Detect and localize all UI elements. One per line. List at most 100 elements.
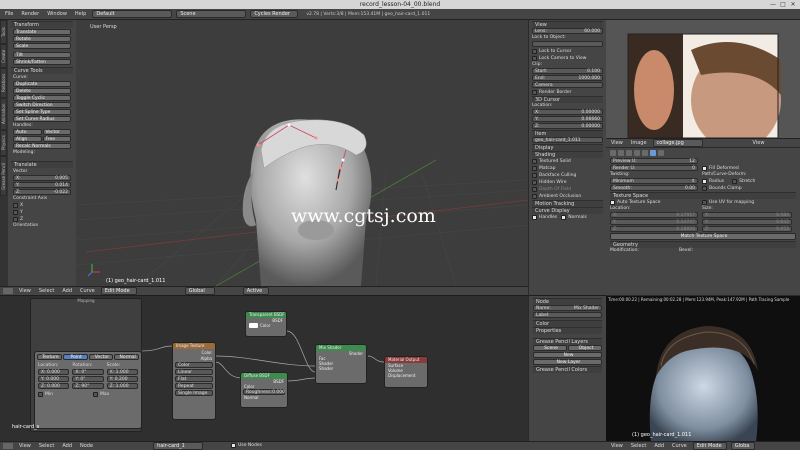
diffuse-bsdf-node[interactable]: Diffuse BSDF BSDF Color Roughness: 0.000 … xyxy=(240,372,288,408)
tab-grease-pencil[interactable]: Grease Pencil xyxy=(0,156,7,196)
menu-window[interactable]: Window xyxy=(45,11,69,17)
hidden-wire-checkbox[interactable]: Hidden Wire xyxy=(532,179,603,185)
mode-selector[interactable]: Edit Mode xyxy=(100,287,137,295)
vector-z-field[interactable]: Z: -0.022 xyxy=(13,189,71,195)
handle-vector-button[interactable]: Vector xyxy=(42,129,71,135)
item-header[interactable]: Item xyxy=(532,130,603,137)
modifier-tab-icon[interactable] xyxy=(642,150,648,156)
rotate-button[interactable]: Rotate xyxy=(13,36,71,42)
view-header[interactable]: View xyxy=(532,21,603,28)
mapping-rot-z[interactable]: Z: 90° xyxy=(72,383,104,389)
image-editor[interactable] xyxy=(606,20,800,138)
close-icon[interactable]: ✕ xyxy=(788,1,798,8)
set-spline-type-button[interactable]: Set Spline Type xyxy=(13,109,71,115)
radius-checkbox[interactable]: Radius xyxy=(702,178,724,184)
stretch-checkbox[interactable]: Stretch xyxy=(732,178,755,184)
bounds-clamp-checkbox[interactable]: Bounds Clamp xyxy=(702,185,792,191)
render-menu-add[interactable]: Add xyxy=(652,443,666,449)
auto-texture-space-checkbox[interactable]: Auto Texture Space xyxy=(610,199,698,205)
gp-new-layer-button[interactable]: New Layer xyxy=(533,359,602,365)
render-menu-curve[interactable]: Curve xyxy=(670,443,689,449)
gp-new-button[interactable]: New xyxy=(533,352,602,358)
geometry-header[interactable]: Geometry xyxy=(610,241,796,248)
scale-button[interactable]: Scale xyxy=(13,43,71,49)
3d-cursor-header[interactable]: 3D Cursor xyxy=(532,96,603,103)
constraint-z-checkbox[interactable]: Z xyxy=(13,216,71,222)
render-viewport[interactable]: Time:00:00.22 | Remaining:00:02.28 | Mem… xyxy=(606,295,800,441)
twisting-dropdown[interactable]: Minimum ⇕ xyxy=(610,178,698,184)
set-curve-radius-button[interactable]: Set Curve Radius xyxy=(13,116,71,122)
grease-pencil-layers-header[interactable]: Grease Pencil Layers xyxy=(533,338,602,345)
lock-camera-checkbox[interactable]: Lock Camera to View xyxy=(532,55,603,61)
render-border-checkbox[interactable]: Render Border xyxy=(532,89,603,95)
node-name-field[interactable]: Name: Mix Shader xyxy=(533,305,602,311)
texture-space-header[interactable]: Texture Space xyxy=(610,192,796,199)
handle-auto-button[interactable]: Auto xyxy=(13,129,42,135)
mapping-rot-x[interactable]: X: 0° xyxy=(72,369,104,375)
duplicate-button[interactable]: Duplicate xyxy=(13,81,71,87)
minimize-icon[interactable]: — xyxy=(768,1,778,8)
tab-create[interactable]: Create xyxy=(0,44,7,68)
node-editor-type-icon[interactable] xyxy=(3,443,13,449)
material-selector[interactable]: hair-card_1 xyxy=(153,442,204,450)
menu-select[interactable]: Select xyxy=(37,288,56,294)
mapping-scale-y[interactable]: Y: 0.200 xyxy=(106,376,138,382)
use-nodes-checkbox[interactable]: Use Nodes xyxy=(231,443,262,449)
menu-view[interactable]: View xyxy=(17,288,33,294)
shrink-fatten-button[interactable]: Shrink/Fatten xyxy=(13,59,71,65)
use-uv-checkbox[interactable]: Use UV for mapping xyxy=(702,199,754,205)
toggle-cyclic-button[interactable]: Toggle Cyclic xyxy=(13,95,71,101)
object-tab-icon[interactable] xyxy=(634,150,640,156)
delete-button[interactable]: Delete xyxy=(13,88,71,94)
material-output-node[interactable]: Material Output Surface Volume Displacem… xyxy=(384,356,428,388)
render-tab-icon[interactable] xyxy=(610,150,616,156)
3d-viewport[interactable]: User Persp www.cgtsj.com (1) geo_hair-ca… xyxy=(76,20,528,286)
shading-header[interactable]: Shading xyxy=(532,151,603,158)
vector-x-field[interactable]: X: 0.005 xyxy=(13,175,71,181)
tex-size-y-field[interactable]: Y: 0.642 xyxy=(702,219,792,225)
material-tab-icon[interactable] xyxy=(658,150,664,156)
editor-type-icon[interactable] xyxy=(3,288,13,294)
menu-add[interactable]: Add xyxy=(60,288,74,294)
tex-loc-z-field[interactable]: Z: 0.18826 xyxy=(610,226,698,232)
render-orientation-selector[interactable]: Globa xyxy=(730,442,755,450)
tab-animation[interactable]: Animation xyxy=(0,98,7,130)
recalc-normals-button[interactable]: Recalc Normals xyxy=(13,143,71,149)
maximize-icon[interactable]: □ xyxy=(778,1,788,8)
operator-header[interactable]: Translate xyxy=(11,161,73,168)
mapping-min-checkbox[interactable]: Min xyxy=(38,391,83,397)
grease-pencil-colors-header[interactable]: Grease Pencil Colors xyxy=(533,366,602,373)
transparent-color-swatch[interactable] xyxy=(249,323,258,328)
match-texture-space-button[interactable]: Match Texture Space xyxy=(610,233,796,240)
node-color-header[interactable]: Color xyxy=(533,320,602,327)
normals-checkbox[interactable]: Normals xyxy=(561,214,587,220)
motion-tracking-header[interactable]: Motion Tracking xyxy=(532,200,603,207)
transform-header[interactable]: Transform xyxy=(11,21,73,28)
render-engine-selector[interactable]: Cycles Render xyxy=(250,10,299,18)
translate-button[interactable]: Translate xyxy=(13,29,71,35)
image-selector[interactable]: collage.jpg xyxy=(652,139,703,147)
transparent-bsdf-node[interactable]: Transparent BSDF BSDF Color xyxy=(245,311,287,337)
orientation-selector[interactable]: Global xyxy=(184,287,215,295)
mapping-loc-x[interactable]: X: 0.000 xyxy=(38,369,70,375)
node-label-field[interactable]: Label: xyxy=(533,312,602,318)
render-menu-select[interactable]: Select xyxy=(629,443,648,449)
gp-scene-button[interactable]: Scene xyxy=(533,345,567,351)
curve-display-header[interactable]: Curve Display xyxy=(532,207,603,214)
mapping-loc-z[interactable]: Z: 0.000 xyxy=(38,383,70,389)
node-menu-select[interactable]: Select xyxy=(37,443,56,449)
mapping-scale-x[interactable]: X: 1.000 xyxy=(106,369,138,375)
node-header[interactable]: Node xyxy=(533,298,602,305)
constraint-y-checkbox[interactable]: Y xyxy=(13,209,71,215)
preview-u-field[interactable]: Preview U: 12 xyxy=(610,158,698,164)
clip-end-field[interactable]: End: 1000.000 xyxy=(532,75,603,81)
menu-image[interactable]: Image xyxy=(629,140,649,146)
menu-help[interactable]: Help xyxy=(73,11,88,17)
render-mode-selector[interactable]: Edit Mode xyxy=(692,442,727,450)
mapping-normal-tab[interactable]: Normal xyxy=(114,354,139,360)
scene-selector[interactable]: Scene xyxy=(176,10,247,18)
image-source-dropdown[interactable]: Single Image xyxy=(175,390,213,396)
render-u-field[interactable]: Render U: 0 xyxy=(610,165,698,171)
mapping-scale-z[interactable]: Z: 1.000 xyxy=(106,383,138,389)
render-menu-view[interactable]: View xyxy=(609,443,625,449)
